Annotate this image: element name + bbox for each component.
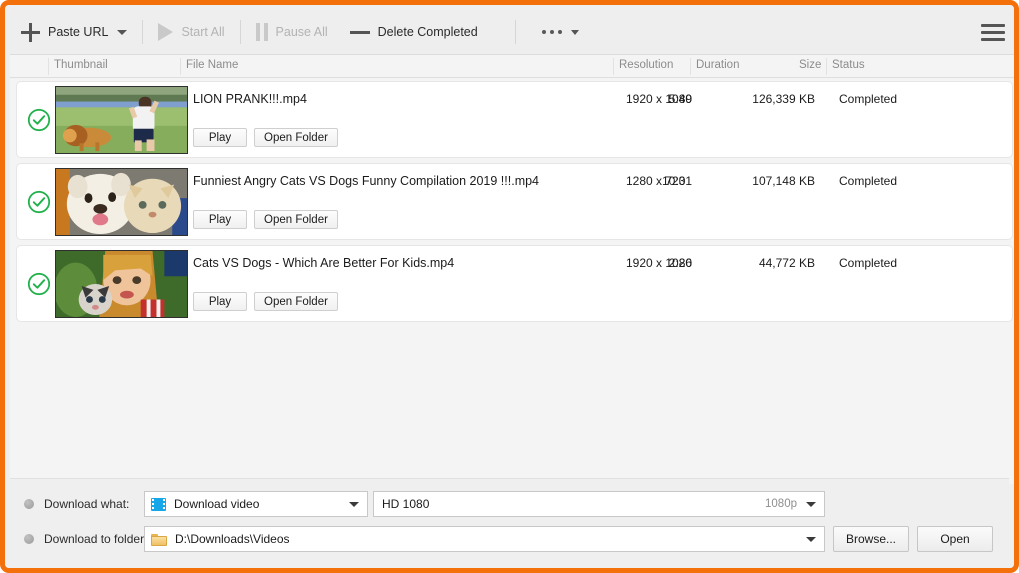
open-folder-button[interactable]: Open Folder bbox=[254, 292, 338, 311]
more-dots-icon bbox=[541, 30, 566, 34]
open-button[interactable]: Open bbox=[917, 526, 993, 552]
header-divider bbox=[180, 58, 181, 75]
duration-value: 10:31 bbox=[661, 174, 692, 188]
duration-value: 2:26 bbox=[668, 256, 692, 270]
file-name[interactable]: Cats VS Dogs - Which Are Better For Kids… bbox=[193, 256, 454, 270]
play-button[interactable]: Play bbox=[193, 292, 247, 311]
open-folder-button[interactable]: Open Folder bbox=[254, 210, 338, 229]
delete-completed-button[interactable]: Delete Completed bbox=[339, 10, 489, 55]
toolbar-divider bbox=[514, 20, 516, 44]
delete-completed-label: Delete Completed bbox=[377, 25, 478, 39]
video-thumbnail[interactable] bbox=[55, 250, 188, 318]
application-window: Paste URL Start All Pause All Delete Com… bbox=[0, 0, 1019, 573]
paste-url-button[interactable]: Paste URL bbox=[10, 10, 138, 55]
row-action-buttons: Play Open Folder bbox=[193, 128, 345, 147]
column-header-status[interactable]: Status bbox=[832, 59, 865, 71]
chevron-down-icon bbox=[349, 501, 359, 507]
size-value: 126,339 KB bbox=[752, 92, 815, 106]
toolbar-divider bbox=[239, 20, 241, 44]
download-settings-panel: Download what: Download video HD 1080 10… bbox=[10, 478, 1009, 563]
green-check-circle-icon[interactable] bbox=[27, 108, 51, 132]
start-all-button[interactable]: Start All bbox=[147, 10, 235, 55]
download-what-label: Download what: bbox=[44, 497, 130, 511]
play-icon bbox=[158, 23, 174, 41]
browse-button[interactable]: Browse... bbox=[833, 526, 909, 552]
download-folder-row: Download to folder: D:\Downloads\Videos … bbox=[10, 524, 1009, 554]
file-name[interactable]: LION PRANK!!!.mp4 bbox=[193, 92, 307, 106]
minus-icon bbox=[349, 30, 370, 34]
download-list[interactable]: LION PRANK!!!.mp4 Play Open Folder 1920 … bbox=[10, 78, 1014, 484]
play-button[interactable]: Play bbox=[193, 210, 247, 229]
paste-url-label: Paste URL bbox=[48, 25, 109, 39]
header-divider bbox=[826, 58, 827, 75]
chevron-down-icon[interactable] bbox=[806, 501, 816, 507]
play-button[interactable]: Play bbox=[193, 128, 247, 147]
green-check-circle-icon[interactable] bbox=[27, 272, 51, 296]
status-value: Completed bbox=[839, 256, 898, 270]
plus-icon bbox=[21, 22, 40, 42]
quality-value: HD 1080 bbox=[382, 497, 430, 511]
header-divider bbox=[48, 58, 49, 75]
status-value: Completed bbox=[839, 174, 898, 188]
media-type-value: Download video bbox=[174, 497, 260, 511]
green-check-circle-icon[interactable] bbox=[27, 190, 51, 214]
chevron-down-icon[interactable] bbox=[570, 29, 579, 35]
media-type-select[interactable]: Download video bbox=[144, 491, 368, 517]
folder-icon bbox=[151, 533, 167, 546]
folder-chevron[interactable] bbox=[797, 527, 816, 551]
table-row[interactable]: Funniest Angry Cats VS Dogs Funny Compil… bbox=[16, 163, 1013, 240]
folder-path-value: D:\Downloads\Videos bbox=[175, 532, 290, 546]
radio-bullet-icon[interactable] bbox=[24, 499, 34, 509]
header-divider bbox=[613, 58, 614, 75]
media-type-chevron[interactable] bbox=[340, 492, 359, 516]
row-action-buttons: Play Open Folder bbox=[193, 292, 345, 311]
size-value: 44,772 KB bbox=[758, 256, 815, 270]
start-all-label: Start All bbox=[181, 25, 225, 39]
pause-all-label: Pause All bbox=[275, 25, 328, 39]
hamburger-menu-icon[interactable] bbox=[981, 24, 1005, 42]
column-header-file-name[interactable]: File Name bbox=[186, 59, 238, 71]
quality-select[interactable]: HD 1080 1080p bbox=[373, 491, 825, 517]
main-toolbar: Paste URL Start All Pause All Delete Com… bbox=[10, 10, 1014, 55]
column-header-duration[interactable]: Duration bbox=[696, 59, 739, 71]
file-name[interactable]: Funniest Angry Cats VS Dogs Funny Compil… bbox=[193, 174, 539, 188]
header-divider bbox=[690, 58, 691, 75]
film-strip-icon bbox=[151, 497, 166, 511]
more-options-button[interactable] bbox=[520, 10, 590, 55]
size-value: 107,148 KB bbox=[752, 174, 815, 188]
video-thumbnail[interactable] bbox=[55, 168, 188, 236]
chevron-down-icon[interactable] bbox=[117, 29, 128, 35]
radio-bullet-icon[interactable] bbox=[24, 534, 34, 544]
column-header-thumbnail[interactable]: Thumbnail bbox=[54, 59, 108, 71]
row-action-buttons: Play Open Folder bbox=[193, 210, 345, 229]
toolbar-divider bbox=[142, 20, 144, 44]
quality-badge: 1080p bbox=[765, 498, 797, 510]
pause-icon bbox=[255, 23, 268, 41]
quality-badge-area: 1080p bbox=[765, 492, 816, 516]
open-folder-button[interactable]: Open Folder bbox=[254, 128, 338, 147]
folder-path-select[interactable]: D:\Downloads\Videos bbox=[144, 526, 825, 552]
pause-all-button[interactable]: Pause All bbox=[245, 10, 339, 55]
chevron-down-icon bbox=[806, 536, 816, 542]
table-row[interactable]: Cats VS Dogs - Which Are Better For Kids… bbox=[16, 245, 1013, 322]
column-header-resolution[interactable]: Resolution bbox=[619, 59, 673, 71]
duration-value: 5:49 bbox=[668, 92, 692, 106]
table-row[interactable]: LION PRANK!!!.mp4 Play Open Folder 1920 … bbox=[16, 81, 1013, 158]
application-content: Paste URL Start All Pause All Delete Com… bbox=[5, 5, 1014, 568]
status-value: Completed bbox=[839, 92, 898, 106]
table-header: Thumbnail File Name Resolution Duration … bbox=[10, 55, 1014, 78]
column-header-size[interactable]: Size bbox=[799, 59, 821, 71]
download-what-row: Download what: Download video HD 1080 10… bbox=[10, 489, 1009, 519]
video-thumbnail[interactable] bbox=[55, 86, 188, 154]
download-to-folder-label: Download to folder: bbox=[44, 532, 148, 546]
